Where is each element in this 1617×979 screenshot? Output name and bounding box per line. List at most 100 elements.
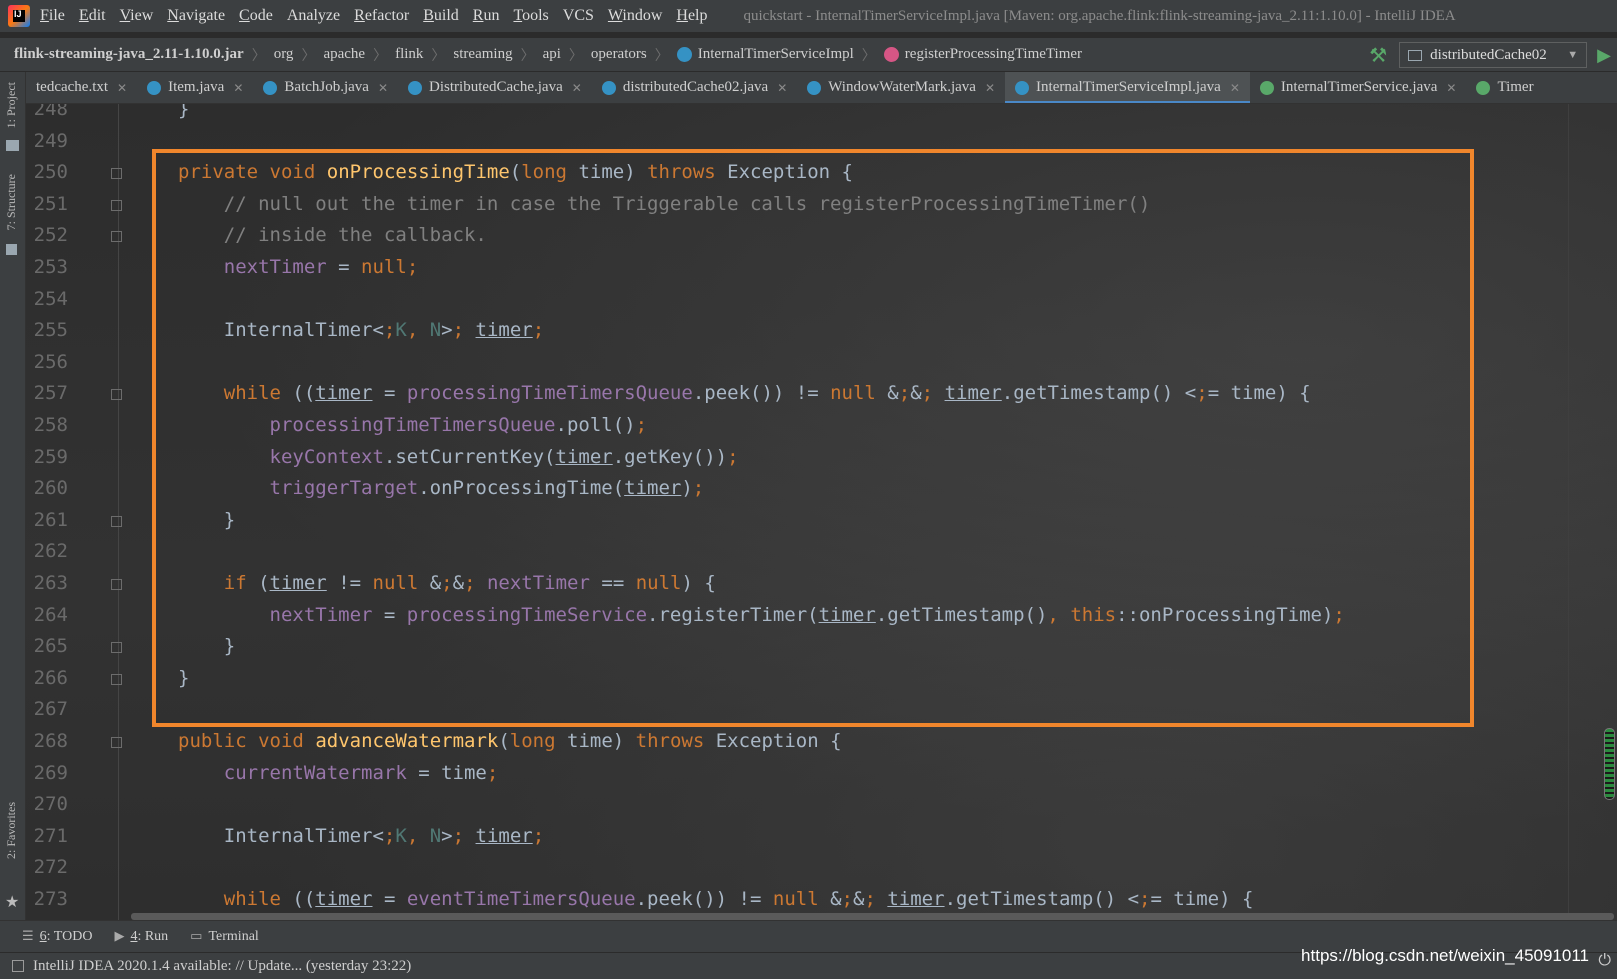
class-icon <box>601 80 616 95</box>
tab-distributedcache02-java[interactable]: distributedCache02.java ✕ <box>592 72 797 103</box>
fold-marker-icon[interactable] <box>111 168 122 180</box>
code-line: currentWatermark = time; <box>223 761 499 784</box>
application-config-icon <box>1408 49 1423 61</box>
method-icon <box>883 47 899 62</box>
todo-tool-button[interactable]: ☰ 6: TODO <box>22 929 92 945</box>
breadcrumb-separator-icon: 〉 <box>568 48 583 64</box>
code-line: public void advanceWatermark(long time) … <box>178 730 842 752</box>
fold-marker-icon[interactable] <box>111 737 122 748</box>
fold-marker-icon[interactable] <box>111 673 122 685</box>
terminal-tool-button[interactable]: ▭ Terminal <box>190 929 259 945</box>
run-icon[interactable]: ▶ <box>1597 45 1611 66</box>
breadcrumb-streaming[interactable]: streaming <box>453 46 512 63</box>
tab-timer[interactable]: Timer <box>1466 72 1543 103</box>
class-icon <box>263 80 278 95</box>
menu-run[interactable]: Run <box>473 7 500 25</box>
fold-marker-icon[interactable] <box>111 515 122 527</box>
fold-marker-icon[interactable] <box>111 231 122 243</box>
menu-window[interactable]: Window <box>608 7 662 25</box>
horizontal-scrollbar[interactable] <box>131 913 1614 920</box>
tab-distributedcache-txt[interactable]: tedcache.txt ✕ <box>26 72 137 103</box>
close-icon[interactable]: ✕ <box>777 81 787 95</box>
line-number: 264 <box>33 603 68 626</box>
line-number: 272 <box>33 856 68 879</box>
breadcrumb-separator-icon: 〉 <box>301 48 316 64</box>
status-message[interactable]: IntelliJ IDEA 2020.1.4 available: // Upd… <box>33 958 411 975</box>
favorites-tool-button[interactable]: 2: Favorites <box>4 802 19 859</box>
line-number: 269 <box>33 761 68 784</box>
menu-code[interactable]: Code <box>239 7 273 25</box>
tab-internaltimerservice-java[interactable]: InternalTimerService.java ✕ <box>1250 72 1467 103</box>
menu-analyze[interactable]: Analyze <box>287 7 340 25</box>
breadcrumb-operators[interactable]: operators <box>591 46 647 63</box>
class-icon <box>676 47 692 62</box>
breadcrumb-separator-icon: 〉 <box>654 48 669 64</box>
breadcrumb-org[interactable]: org <box>274 46 294 63</box>
tab-distributedcache-java[interactable]: DistributedCache.java ✕ <box>398 72 592 103</box>
line-number: 253 <box>33 256 68 278</box>
line-number: 250 <box>33 161 68 184</box>
menu-bar: IJ File Edit View Navigate Code Analyze … <box>0 0 1617 32</box>
run-configuration-dropdown[interactable]: distributedCache02 ▼ <box>1399 42 1588 68</box>
navigation-bar: flink-streaming-java_2.11-1.10.0.jar 〉 o… <box>0 38 1617 72</box>
class-icon <box>1015 80 1030 95</box>
menu-build[interactable]: Build <box>423 7 459 25</box>
tab-internaltimerserviceimpl-java[interactable]: InternalTimerServiceImpl.java ✕ <box>1005 72 1250 103</box>
fold-marker-icon[interactable] <box>111 389 122 401</box>
menu-tools[interactable]: Tools <box>513 7 548 25</box>
line-number: 251 <box>33 192 68 215</box>
menu-navigate[interactable]: Navigate <box>167 7 225 25</box>
line-number: 256 <box>33 350 68 373</box>
line-number: 268 <box>33 730 68 752</box>
structure-tool-button[interactable]: 7: Structure <box>4 174 19 230</box>
line-number: 265 <box>33 635 68 658</box>
menu-refactor[interactable]: Refactor <box>354 7 409 25</box>
line-number: 255 <box>33 319 68 342</box>
breadcrumb-jar[interactable]: flink-streaming-java_2.11-1.10.0.jar <box>14 46 244 63</box>
close-icon[interactable]: ✕ <box>233 81 243 95</box>
line-number: 248 <box>33 104 68 120</box>
close-icon[interactable]: ✕ <box>572 81 582 95</box>
tab-windowwatermark-java[interactable]: WindowWaterMark.java ✕ <box>797 72 1005 103</box>
folder-icon <box>6 140 19 151</box>
project-tool-button[interactable]: 1: Project <box>4 82 19 128</box>
line-number: 271 <box>33 824 68 847</box>
toggle-tool-windows-icon[interactable] <box>12 960 24 972</box>
structure-icon <box>6 244 17 255</box>
gutter-divider <box>118 104 119 920</box>
close-icon[interactable]: ✕ <box>117 81 127 95</box>
vertical-scrollbar-thumb[interactable] <box>1604 728 1615 800</box>
run-tool-button[interactable]: ▶ 4: Run <box>114 929 168 945</box>
menu-vcs[interactable]: VCS <box>563 7 594 25</box>
tab-item-java[interactable]: Item.java ✕ <box>137 72 253 103</box>
class-icon <box>147 80 162 95</box>
close-icon[interactable]: ✕ <box>985 81 995 95</box>
line-number: 260 <box>33 477 68 500</box>
line-number: 257 <box>33 382 68 405</box>
tab-batchjob-java[interactable]: BatchJob.java ✕ <box>253 72 398 103</box>
line-number: 252 <box>33 224 68 247</box>
breadcrumb-apache[interactable]: apache <box>323 46 365 63</box>
breadcrumb-separator-icon: 〉 <box>520 48 535 64</box>
menu-help[interactable]: Help <box>676 7 707 25</box>
menu-view[interactable]: View <box>120 7 154 25</box>
left-tool-window-strip: 1: Project 7: Structure 2: Favorites ★ <box>0 72 26 920</box>
close-icon[interactable]: ✕ <box>1446 81 1456 95</box>
breadcrumb-api[interactable]: api <box>543 46 561 63</box>
breadcrumb-class[interactable]: InternalTimerServiceImpl <box>676 46 854 63</box>
fold-marker-icon[interactable] <box>111 579 122 590</box>
chevron-down-icon: ▼ <box>1567 49 1579 61</box>
menu-file[interactable]: File <box>40 7 65 25</box>
fold-marker-icon[interactable] <box>111 199 122 211</box>
breadcrumb-separator-icon: 〉 <box>431 48 446 64</box>
code-editor[interactable]: 248 249 250 251 252 253 254 255 256 257 258 259 260 2… <box>26 104 1617 920</box>
close-icon[interactable]: ✕ <box>378 81 388 95</box>
menu-edit[interactable]: Edit <box>79 7 106 25</box>
interface-icon <box>1259 80 1274 95</box>
breadcrumb-flink[interactable]: flink <box>395 46 423 63</box>
fold-marker-icon[interactable] <box>111 642 122 654</box>
close-icon[interactable]: ✕ <box>1230 81 1240 95</box>
build-hammer-icon[interactable]: ⚒ <box>1369 43 1387 68</box>
power-save-icon[interactable]: ⏻ <box>1598 950 1611 970</box>
breadcrumb-method[interactable]: registerProcessingTimeTimer <box>883 46 1082 63</box>
